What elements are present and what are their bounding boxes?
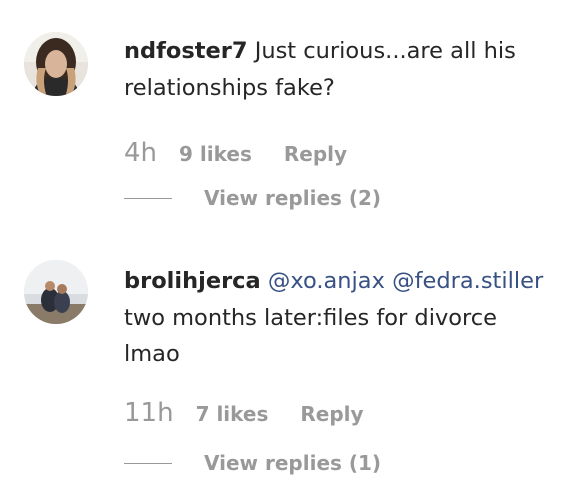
avatar[interactable]: [24, 260, 88, 324]
divider-line: [124, 197, 172, 199]
reply-button[interactable]: Reply: [284, 142, 347, 166]
comment-text: two months later:files for divorce lmao: [124, 304, 497, 368]
avatar[interactable]: [24, 32, 88, 96]
view-replies-button[interactable]: View replies (1): [124, 448, 381, 478]
view-replies-label: View replies (2): [204, 186, 382, 210]
username-link[interactable]: ndfoster7: [124, 38, 248, 64]
likes-count[interactable]: 9 likes: [179, 142, 252, 166]
timestamp[interactable]: 11h: [124, 398, 174, 428]
comment-body: brolihjerca @xo.anjax @fedra.stiller two…: [124, 263, 549, 373]
mention-link[interactable]: @fedra.stiller: [392, 268, 543, 294]
view-replies-button[interactable]: View replies (2): [124, 183, 381, 213]
view-replies-label: View replies (1): [204, 451, 382, 475]
comment-body: ndfoster7 Just curious...are all his rel…: [124, 33, 549, 106]
comment-meta: 4h 9 likes Reply: [124, 138, 347, 170]
comment-meta: 11h 7 likes Reply: [124, 398, 364, 430]
comment-item: ndfoster7 Just curious...are all his rel…: [0, 0, 561, 240]
comment-item: brolihjerca @xo.anjax @fedra.stiller two…: [0, 245, 561, 490]
divider-line: [124, 462, 172, 464]
mention-link[interactable]: @xo.anjax: [268, 268, 385, 294]
username-link[interactable]: brolihjerca: [124, 268, 261, 294]
likes-count[interactable]: 7 likes: [196, 402, 269, 426]
reply-button[interactable]: Reply: [300, 402, 363, 426]
timestamp[interactable]: 4h: [124, 138, 157, 168]
